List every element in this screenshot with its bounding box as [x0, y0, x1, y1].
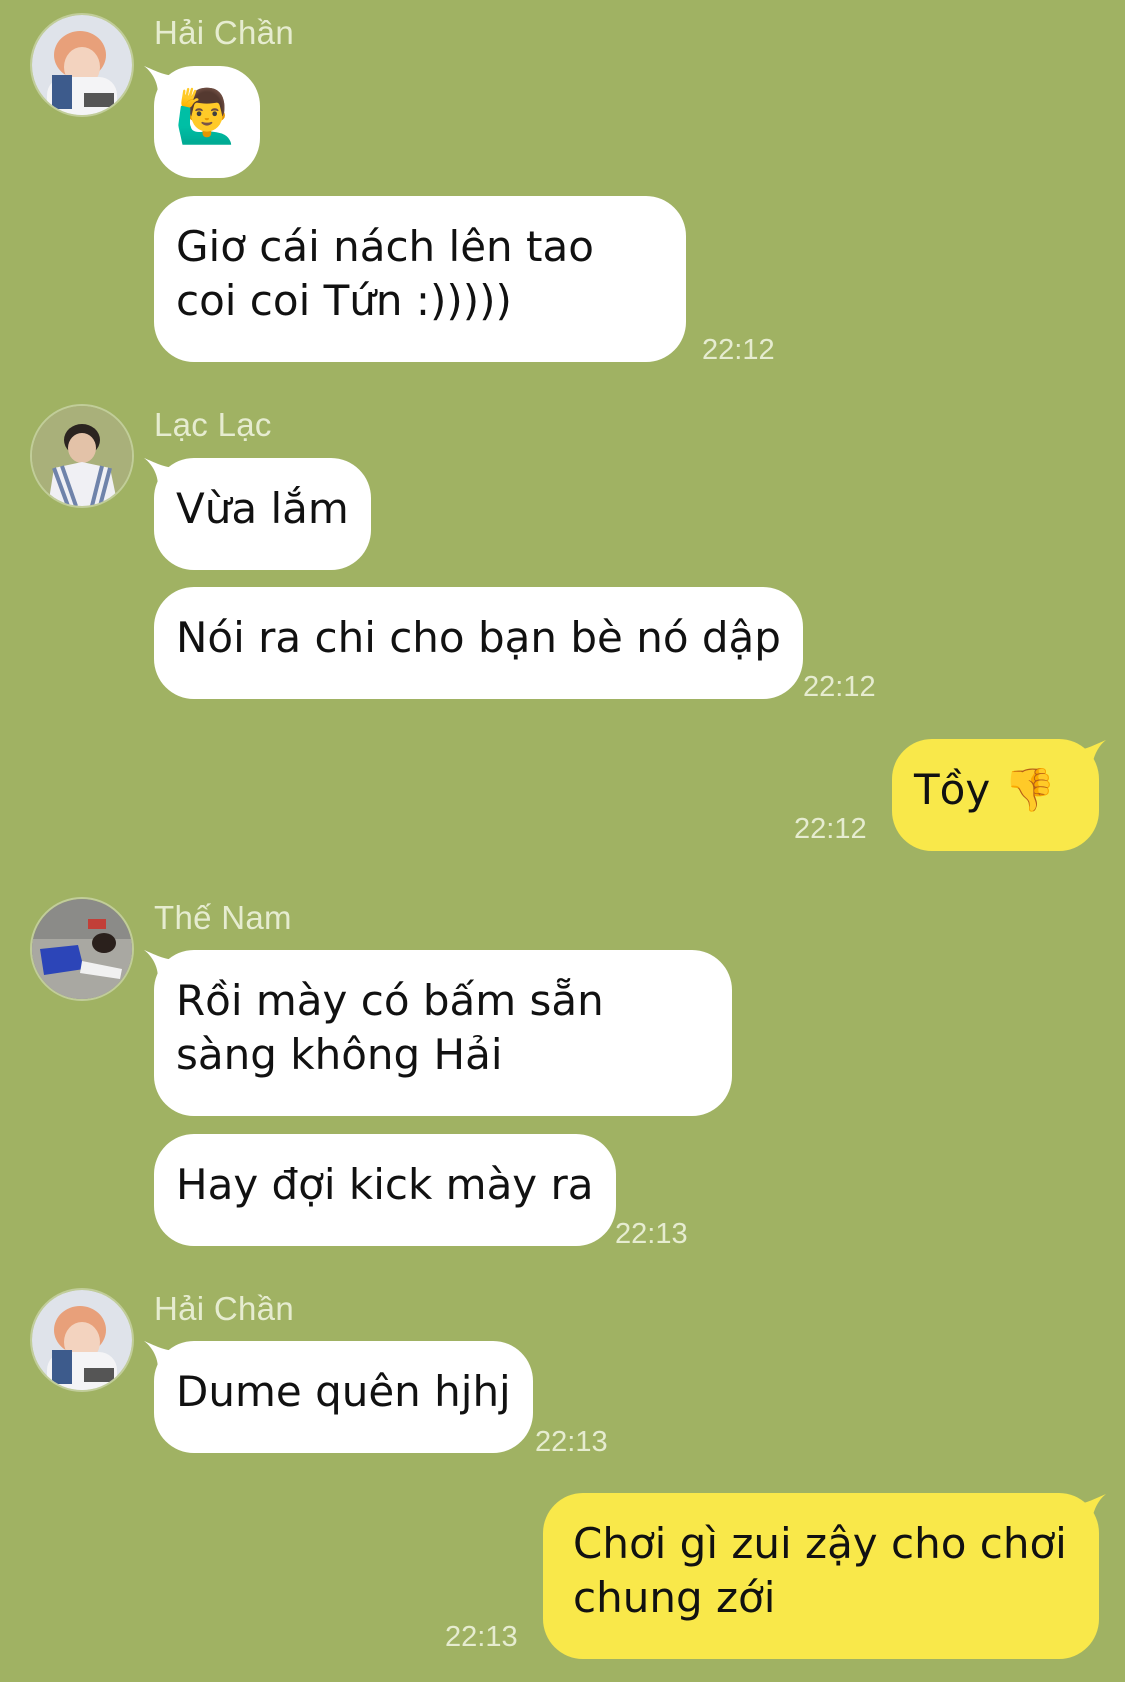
avatar-hai-chan[interactable]: [30, 13, 134, 117]
avatar-image: [32, 406, 132, 506]
message-time: 22:13: [535, 1426, 608, 1458]
message-bubble[interactable]: Giơ cái nách lên tao coi coi Tứn :))))): [154, 196, 686, 362]
message-bubble[interactable]: Hay đợi kick mày ra: [154, 1134, 616, 1246]
avatar-the-nam[interactable]: [30, 897, 134, 1001]
bubble-tail: [1076, 1494, 1106, 1524]
my-message-bubble[interactable]: Chơi gì zui zậy cho chơi chung zới: [543, 1493, 1099, 1659]
my-message-bubble[interactable]: Tồy 👎: [892, 739, 1099, 851]
avatar-hai-chan[interactable]: [30, 1288, 134, 1392]
message-time: 22:12: [702, 334, 775, 366]
avatar-image: [32, 15, 132, 115]
sender-name: Thế Nam: [154, 899, 292, 936]
bubble-tail: [1076, 740, 1106, 770]
avatar-image: [32, 1290, 132, 1390]
avatar-image: [32, 899, 132, 999]
message-time: 22:12: [794, 813, 867, 845]
message-bubble[interactable]: Nói ra chi cho bạn bè nó dập: [154, 587, 803, 699]
message-bubble[interactable]: Dume quên hjhj: [154, 1341, 533, 1453]
message-bubble[interactable]: Rồi mày có bấm sẵn sàng không Hải: [154, 950, 732, 1116]
sender-name: Hải Chần: [154, 14, 294, 51]
message-bubble[interactable]: 🙋‍♂️: [154, 66, 260, 178]
message-time: 22:13: [615, 1218, 688, 1250]
message-time: 22:13: [445, 1621, 518, 1653]
sender-name: Lạc Lạc: [154, 406, 272, 443]
message-time: 22:12: [803, 671, 876, 703]
message-bubble[interactable]: Vừa lắm: [154, 458, 371, 570]
sender-name: Hải Chần: [154, 1290, 294, 1327]
avatar-lac-lac[interactable]: [30, 404, 134, 508]
